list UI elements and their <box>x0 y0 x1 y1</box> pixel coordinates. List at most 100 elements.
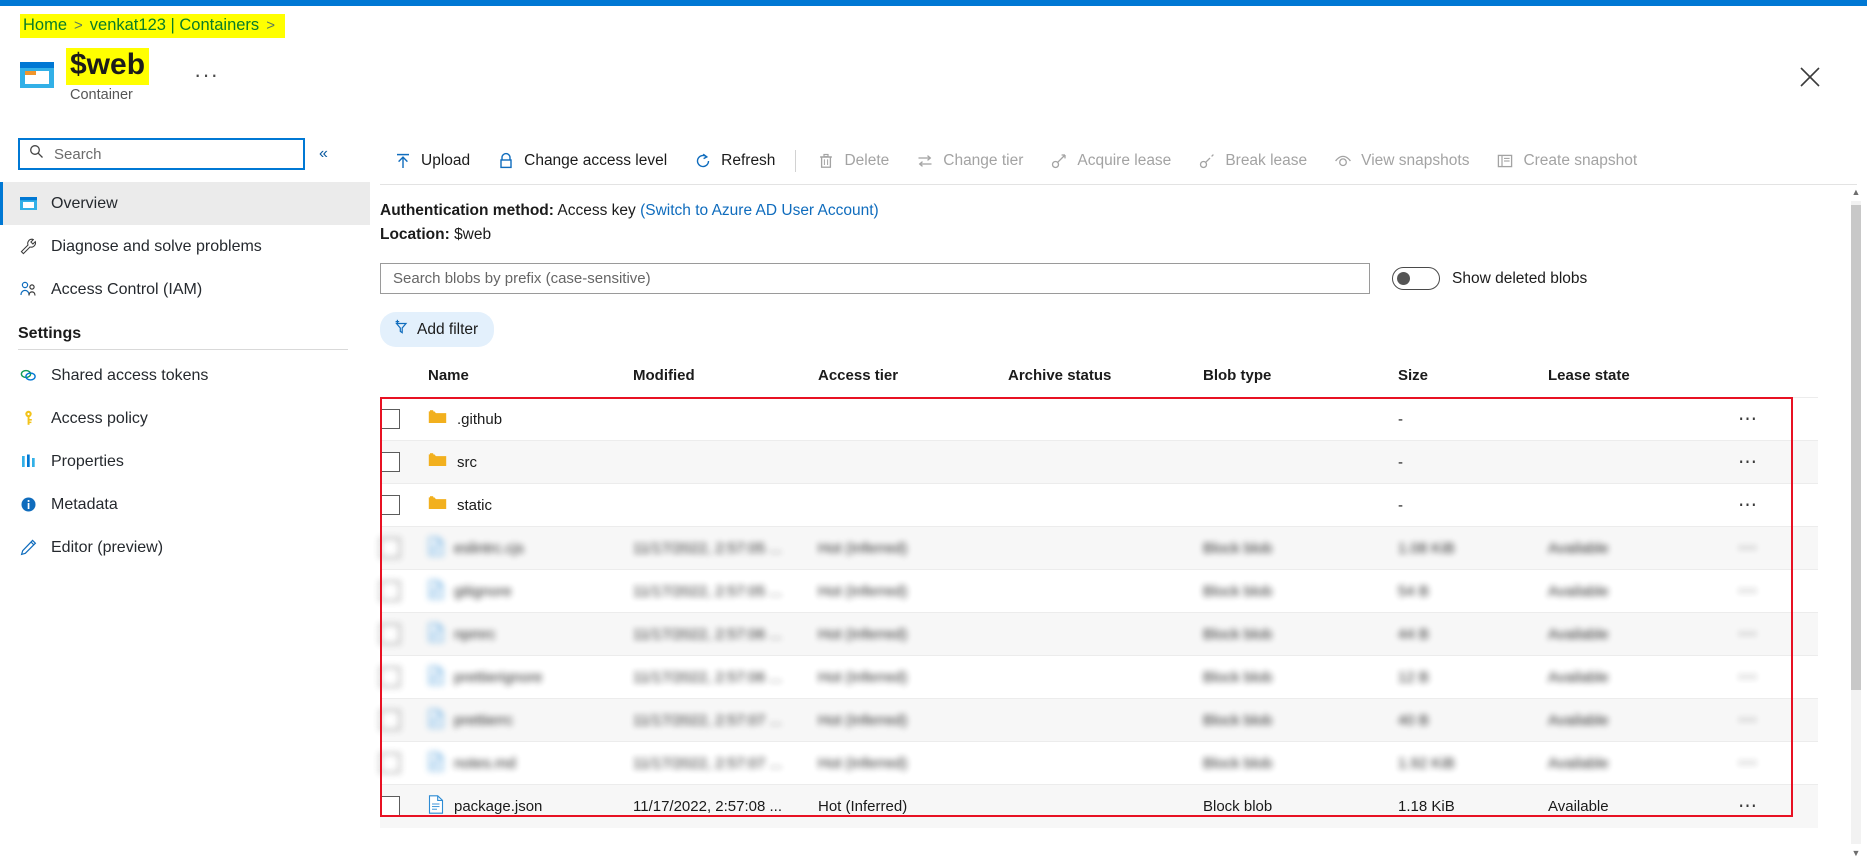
ellipsis-icon[interactable]: ⋯ <box>1738 537 1760 560</box>
view-snapshots-button[interactable]: View snapshots <box>1320 145 1482 177</box>
blob-search-input[interactable] <box>391 269 1351 289</box>
row-checkbox[interactable] <box>380 753 400 774</box>
cell-archive-status <box>1008 483 1203 527</box>
change-tier-button[interactable]: Change tier <box>902 145 1036 177</box>
delete-button[interactable]: Delete <box>803 145 902 177</box>
file-icon <box>428 536 444 560</box>
cell-blob-type <box>1203 397 1398 441</box>
sidebar-item-diagnose[interactable]: Diagnose and solve problems <box>0 225 370 268</box>
ellipsis-icon[interactable]: ⋯ <box>1738 709 1760 732</box>
column-header-size[interactable]: Size <box>1398 367 1548 398</box>
toggle-track[interactable] <box>1392 267 1440 291</box>
cell-name[interactable]: npmrc <box>428 612 633 656</box>
sidebar-item-shared-access-tokens[interactable]: Shared access tokens <box>0 354 370 397</box>
table-header-row: Name Modified Access tier Archive status… <box>380 367 1818 398</box>
cell-name[interactable]: static <box>428 483 633 527</box>
upload-button[interactable]: Upload <box>380 145 483 177</box>
table-row[interactable]: notes.md 11/17/2022, 2:57:07 ... Hot (Infe… <box>380 741 1818 785</box>
snapshot-create-icon <box>1495 151 1515 171</box>
ellipsis-icon[interactable]: ⋯ <box>1738 666 1760 689</box>
cell-name[interactable]: src <box>428 440 633 484</box>
row-checkbox[interactable] <box>380 495 400 516</box>
page-more-menu[interactable]: ··· <box>194 62 219 88</box>
chevron-double-left-icon[interactable]: « <box>319 145 328 163</box>
add-filter-button[interactable]: Add filter <box>380 312 495 348</box>
authentication-method-row: Authentication method: Access key (Switc… <box>380 199 1867 223</box>
cell-name[interactable]: eslintrc.cjs <box>428 526 633 570</box>
column-header-blob-type[interactable]: Blob type <box>1203 367 1398 398</box>
table-row[interactable]: prettierrc 11/17/2022, 2:57:07 ... Hot (In… <box>380 698 1818 742</box>
ellipsis-icon[interactable]: ⋯ <box>1738 494 1760 517</box>
wrench-icon <box>18 237 38 257</box>
ellipsis-icon[interactable]: ⋯ <box>1738 752 1760 775</box>
ellipsis-icon[interactable]: ⋯ <box>1738 408 1760 431</box>
row-checkbox[interactable] <box>380 624 400 645</box>
blob-search-box[interactable] <box>380 263 1370 295</box>
table-row[interactable]: .github - ⋯ <box>380 397 1818 441</box>
switch-auth-link[interactable]: (Switch to Azure AD User Account) <box>640 202 879 219</box>
ellipsis-icon[interactable]: ⋯ <box>1738 795 1760 818</box>
create-snapshot-button[interactable]: Create snapshot <box>1482 145 1650 177</box>
sidebar-item-metadata[interactable]: Metadata <box>0 483 370 526</box>
scroll-down-arrow-icon[interactable]: ▼ <box>1850 846 1862 860</box>
row-checkbox[interactable] <box>380 581 400 602</box>
scroll-up-arrow-icon[interactable]: ▲ <box>1850 185 1862 199</box>
column-header-access-tier[interactable]: Access tier <box>818 367 1008 398</box>
ellipsis-icon[interactable]: ⋯ <box>1738 580 1760 603</box>
row-name-label: src <box>457 453 477 471</box>
cell-name[interactable]: .github <box>428 397 633 441</box>
breadcrumb-item-containers[interactable]: venkat123 | Containers <box>90 16 259 35</box>
content-scrollbar[interactable]: ▲ ▼ <box>1849 185 1863 860</box>
table-row[interactable]: eslintrc.cjs 11/17/2022, 2:57:05 ... Hot (… <box>380 526 1818 570</box>
table-row[interactable]: src - ⋯ <box>380 440 1818 484</box>
table-row[interactable]: gitignore 11/17/2022, 2:57:05 ... Hot (Inf… <box>380 569 1818 613</box>
row-checkbox[interactable] <box>380 667 400 688</box>
break-lease-button[interactable]: Break lease <box>1184 145 1320 177</box>
change-tier-label: Change tier <box>943 152 1024 169</box>
search-input[interactable] <box>52 144 277 164</box>
cell-modified: 11/17/2022, 2:57:08 ... <box>633 784 818 828</box>
sidebar-item-overview[interactable]: Overview <box>0 182 370 225</box>
cell-blob-type: Block blob <box>1203 612 1398 656</box>
sidebar-item-editor-preview[interactable]: Editor (preview) <box>0 526 370 569</box>
close-icon[interactable] <box>1795 62 1825 92</box>
table-row[interactable]: package.json 11/17/2022, 2:57:08 ... Hot (… <box>380 784 1818 828</box>
refresh-button[interactable]: Refresh <box>680 145 788 177</box>
cell-name[interactable]: package.json <box>428 784 633 828</box>
table-row[interactable]: npmrc 11/17/2022, 2:57:06 ... Hot (Inferre… <box>380 612 1818 656</box>
column-header-name[interactable]: Name <box>428 367 633 398</box>
column-header-archive-status[interactable]: Archive status <box>1008 367 1203 398</box>
search-box[interactable] <box>18 138 305 170</box>
file-icon <box>428 795 444 818</box>
sidebar-item-properties[interactable]: Properties <box>0 440 370 483</box>
file-icon <box>428 665 444 689</box>
breadcrumb-item-home[interactable]: Home <box>23 16 67 35</box>
change-access-level-button[interactable]: Change access level <box>483 145 680 177</box>
blob-filter-row: Show deleted blobs <box>370 247 1867 295</box>
cell-modified <box>633 440 818 484</box>
cell-name[interactable]: notes.md <box>428 741 633 785</box>
sidebar-item-access-control[interactable]: Access Control (IAM) <box>0 268 370 311</box>
row-checkbox[interactable] <box>380 452 400 473</box>
acquire-lease-button[interactable]: Acquire lease <box>1036 145 1184 177</box>
row-checkbox[interactable] <box>380 710 400 731</box>
show-deleted-blobs-toggle[interactable]: Show deleted blobs <box>1392 267 1587 291</box>
cell-access-tier: Hot (Inferred) <box>818 612 1008 656</box>
row-checkbox[interactable] <box>380 796 400 817</box>
cell-name[interactable]: prettierignore <box>428 655 633 699</box>
ellipsis-icon[interactable]: ⋯ <box>1738 623 1760 646</box>
cell-size: 1.08 KiB <box>1398 526 1548 570</box>
ellipsis-icon[interactable]: ⋯ <box>1738 451 1760 474</box>
column-header-modified[interactable]: Modified <box>633 367 818 398</box>
row-checkbox[interactable] <box>380 409 400 430</box>
column-header-lease-state[interactable]: Lease state <box>1548 367 1738 398</box>
sidebar-section-settings: Settings <box>18 325 82 342</box>
table-row[interactable]: prettierignore 11/17/2022, 2:57:06 ... Hot… <box>380 655 1818 699</box>
scrollbar-thumb[interactable] <box>1851 205 1861 690</box>
cell-name[interactable]: gitignore <box>428 569 633 613</box>
cell-access-tier <box>818 397 1008 441</box>
row-checkbox[interactable] <box>380 538 400 559</box>
cell-name[interactable]: prettierrc <box>428 698 633 742</box>
table-row[interactable]: static - ⋯ <box>380 483 1818 527</box>
sidebar-item-access-policy[interactable]: Access policy <box>0 397 370 440</box>
